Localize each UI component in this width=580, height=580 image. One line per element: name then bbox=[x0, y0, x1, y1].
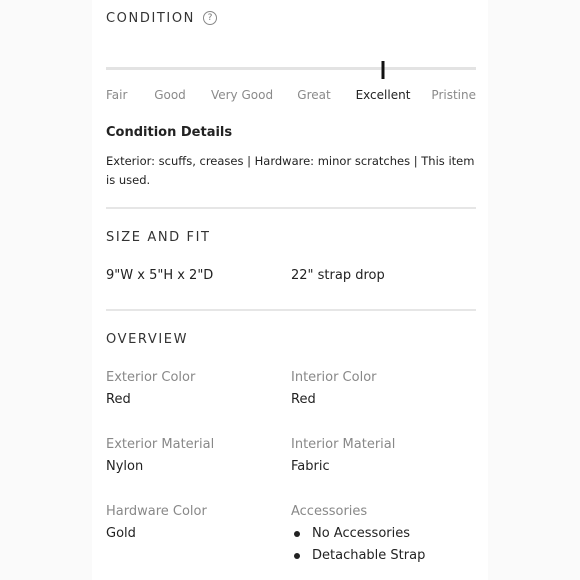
hardware-color-value: Gold bbox=[106, 526, 136, 541]
accessory-item-label: Detachable Strap bbox=[312, 548, 426, 563]
exterior-color-label: Exterior Color bbox=[106, 370, 196, 385]
condition-scale-pristine: Pristine bbox=[431, 88, 476, 102]
interior-color-value: Red bbox=[291, 392, 316, 407]
condition-scale-good: Good bbox=[154, 88, 186, 102]
exterior-color-value: Red bbox=[106, 392, 131, 407]
dimensions-value: 9"W x 5"H x 2"D bbox=[106, 268, 214, 283]
interior-material-value: Fabric bbox=[291, 459, 330, 474]
accessories-list: No Accessories Detachable Strap bbox=[291, 526, 425, 570]
section-divider bbox=[106, 207, 476, 209]
condition-header: CONDITION ? bbox=[106, 10, 218, 26]
interior-color-label: Interior Color bbox=[291, 370, 377, 385]
condition-details-text: Exterior: scuffs, creases | Hardware: mi… bbox=[106, 154, 475, 187]
exterior-material-label: Exterior Material bbox=[106, 437, 215, 452]
condition-scale-great: Great bbox=[297, 88, 331, 102]
question-circle-icon[interactable]: ? bbox=[203, 11, 218, 25]
interior-material-label: Interior Material bbox=[291, 437, 396, 452]
accessory-item-label: No Accessories bbox=[312, 526, 410, 541]
accessories-label: Accessories bbox=[291, 504, 368, 519]
section-divider bbox=[106, 309, 476, 311]
strap-drop-value: 22" strap drop bbox=[291, 268, 385, 283]
condition-scale-very-good: Very Good bbox=[210, 88, 274, 102]
condition-scale-track bbox=[106, 67, 476, 70]
list-item: Detachable Strap bbox=[291, 548, 425, 570]
size-fit-title: SIZE AND FIT bbox=[106, 230, 211, 245]
overview-title: OVERVIEW bbox=[106, 332, 189, 347]
condition-details-title: Condition Details bbox=[106, 125, 233, 140]
exterior-material-value: Nylon bbox=[106, 459, 144, 474]
condition-title: CONDITION bbox=[106, 10, 196, 26]
condition-scale-marker bbox=[381, 61, 385, 79]
list-item: No Accessories bbox=[291, 526, 425, 548]
condition-scale-excellent: Excellent bbox=[355, 88, 411, 102]
hardware-color-label: Hardware Color bbox=[106, 504, 207, 519]
bullet-icon bbox=[294, 531, 300, 537]
condition-scale-fair: Fair bbox=[106, 88, 128, 102]
bullet-icon bbox=[294, 553, 300, 559]
product-details-panel bbox=[92, 0, 488, 580]
